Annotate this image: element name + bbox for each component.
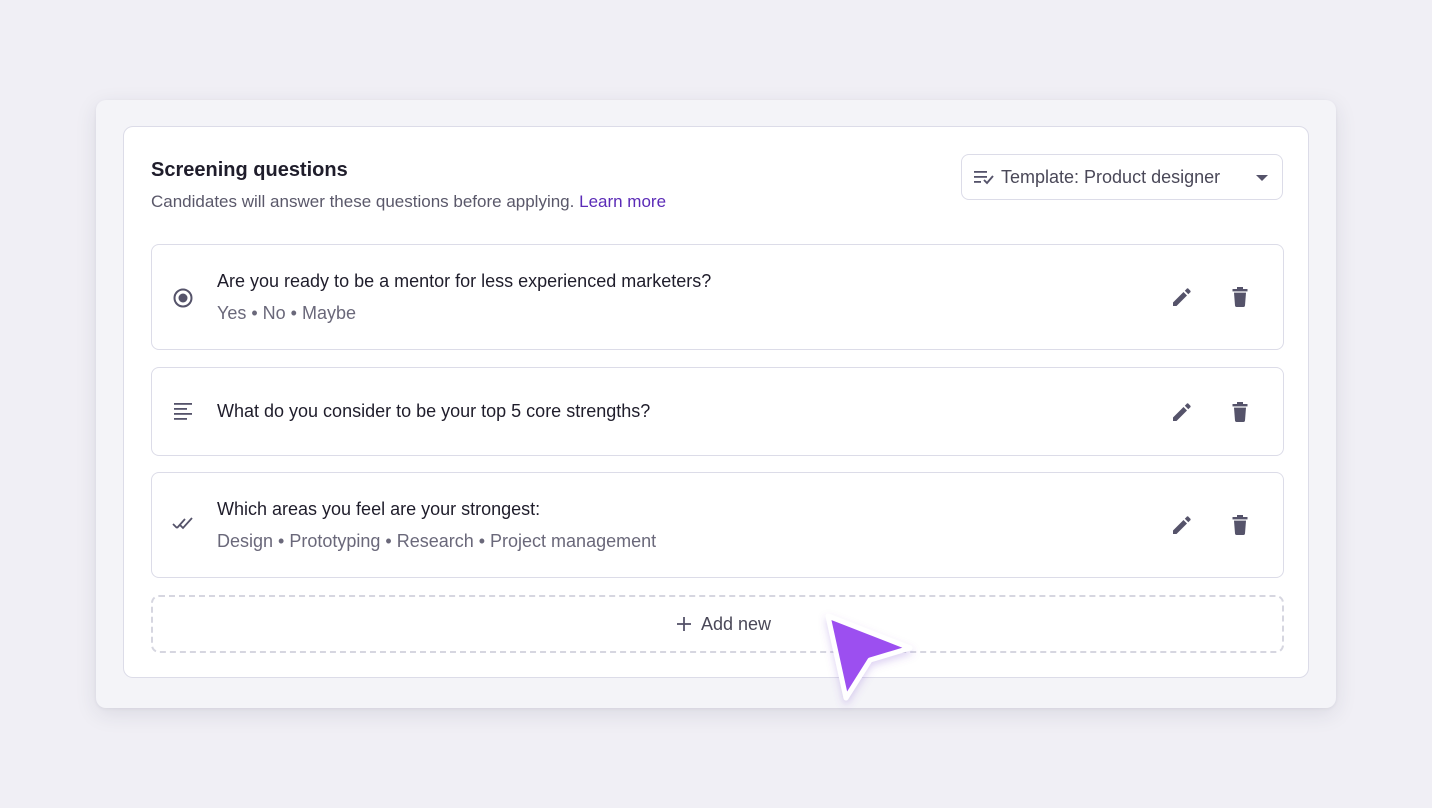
edit-icon[interactable] — [1169, 399, 1195, 425]
learn-more-link[interactable]: Learn more — [579, 192, 666, 211]
template-label: Template: Product designer — [1001, 167, 1221, 187]
cursor-arrow-icon — [825, 613, 913, 701]
plus-icon — [677, 617, 691, 631]
question-text: Which areas you feel are your strongest: — [217, 499, 541, 519]
question-text: Are you ready to be a mentor for less ex… — [217, 271, 712, 291]
question-options: Yes • No • Maybe — [217, 303, 357, 323]
question-item: Which areas you feel are your strongest:… — [151, 472, 1284, 578]
subtitle-text: Candidates will answer these questions b… — [151, 192, 575, 211]
add-new-button[interactable]: Add new — [151, 595, 1284, 653]
checklist-icon — [974, 171, 994, 185]
question-item: Are you ready to be a mentor for less ex… — [151, 244, 1284, 350]
question-item: What do you consider to be your top 5 co… — [151, 367, 1284, 456]
delete-icon[interactable] — [1227, 399, 1253, 425]
delete-icon[interactable] — [1227, 284, 1253, 310]
caret-down-icon — [1256, 175, 1268, 181]
template-dropdown[interactable]: Template: Product designer — [961, 154, 1283, 200]
paragraph-icon — [174, 403, 192, 420]
section-subtitle: Candidates will answer these questions b… — [151, 192, 666, 212]
question-text: What do you consider to be your top 5 co… — [217, 401, 651, 421]
add-new-label: Add new — [701, 614, 772, 634]
delete-icon[interactable] — [1227, 512, 1253, 538]
section-title: Screening questions — [151, 159, 348, 181]
screening-panel: Screening questions Candidates will answ… — [96, 100, 1336, 708]
radio-icon — [173, 288, 193, 308]
question-options: Design • Prototyping • Research • Projec… — [217, 531, 657, 551]
screening-card: Screening questions Candidates will answ… — [123, 126, 1309, 678]
double-check-icon — [172, 517, 193, 530]
edit-icon[interactable] — [1169, 512, 1195, 538]
edit-icon[interactable] — [1169, 284, 1195, 310]
